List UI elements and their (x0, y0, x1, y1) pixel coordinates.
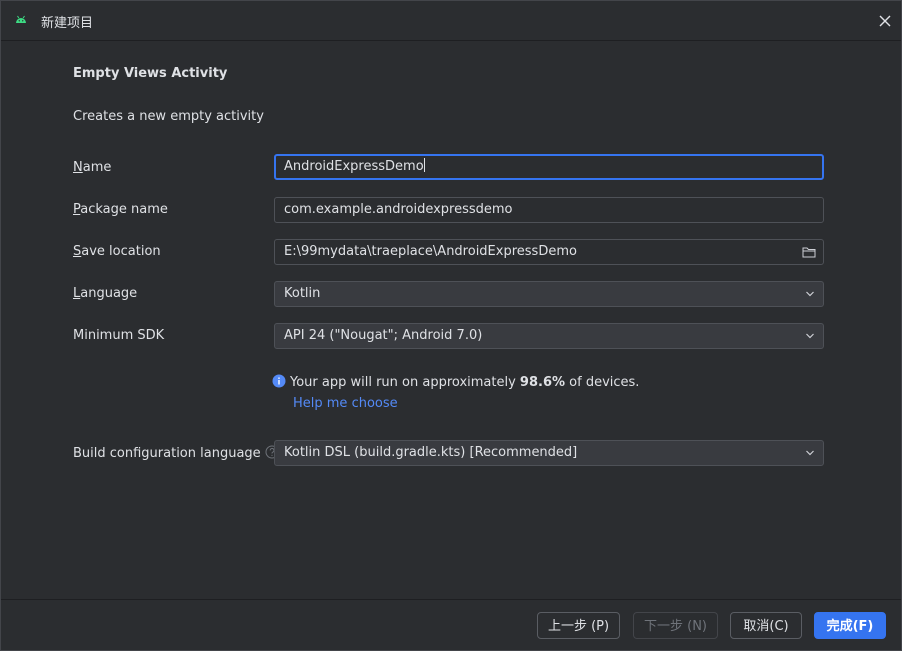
help-me-choose-link[interactable]: Help me choose (293, 396, 398, 411)
build-config-label: Build configuration language (73, 445, 279, 461)
name-input[interactable]: AndroidExpressDemo (274, 154, 824, 180)
template-description: Creates a new empty activity (73, 109, 264, 124)
package-name-label: Package name (73, 202, 168, 217)
sdk-coverage-info: Your app will run on approximately 98.6%… (272, 374, 639, 390)
close-icon[interactable] (876, 12, 894, 30)
info-icon (272, 374, 286, 388)
chevron-down-icon (806, 291, 814, 297)
device-coverage-percent: 98.6% (519, 375, 566, 390)
chevron-down-icon (806, 450, 814, 456)
save-location-label: Save location (73, 244, 161, 259)
dialog-footer: 上一步 (P) 下一步 (N) 取消(C) 完成(F) (1, 599, 901, 651)
text-cursor (423, 158, 425, 172)
new-project-dialog: 新建项目 Empty Views Activity Creates a new … (0, 0, 902, 651)
template-heading: Empty Views Activity (73, 66, 228, 81)
previous-button[interactable]: 上一步 (P) (537, 612, 620, 639)
minimum-sdk-select[interactable]: API 24 ("Nougat"; Android 7.0) (274, 323, 824, 349)
save-location-input[interactable]: E:\99mydata\traeplace\AndroidExpressDemo (274, 239, 824, 265)
name-label: Name (73, 160, 112, 175)
title-bar: 新建项目 (1, 1, 901, 41)
language-select[interactable]: Kotlin (274, 281, 824, 307)
language-label: Language (73, 286, 138, 301)
cancel-button[interactable]: 取消(C) (730, 612, 802, 639)
chevron-down-icon (806, 333, 814, 339)
finish-button[interactable]: 完成(F) (814, 612, 886, 639)
minimum-sdk-label: Minimum SDK (73, 328, 165, 343)
package-name-input[interactable]: com.example.androidexpressdemo (274, 197, 824, 223)
build-config-select[interactable]: Kotlin DSL (build.gradle.kts) [Recommend… (274, 440, 824, 466)
window-title: 新建项目 (41, 16, 94, 31)
next-button[interactable]: 下一步 (N) (633, 612, 718, 639)
android-icon (16, 15, 26, 23)
folder-icon[interactable] (802, 245, 816, 259)
